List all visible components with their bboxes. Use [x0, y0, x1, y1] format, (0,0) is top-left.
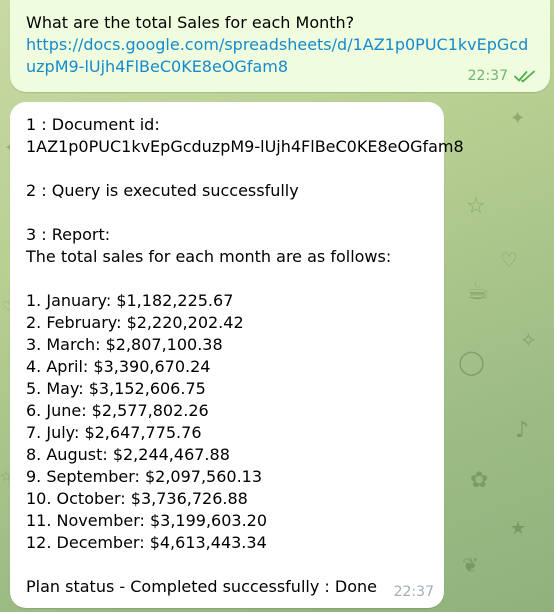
- document-id-value: 1AZ1p0PUC1kvEpGcduzpM9-lUjh4FlBeC0KE8eOG…: [26, 137, 464, 156]
- list-item: 8. August: $2,244,467.88: [26, 445, 230, 464]
- plan-status: Plan status - Completed successfully : D…: [26, 577, 377, 596]
- list-item: 10. October: $3,736,726.88: [26, 489, 248, 508]
- monthly-sales-list: 1. January: $1,182,225.67 2. February: $…: [26, 290, 428, 554]
- incoming-message-time: 22:37: [393, 584, 434, 600]
- doodle-flower-icon: ✿: [470, 468, 489, 493]
- outgoing-message-text: What are the total Sales for each Month?: [26, 13, 355, 32]
- document-id-label: 1 : Document id:: [26, 115, 160, 134]
- list-item: 1. January: $1,182,225.67: [26, 291, 234, 310]
- report-intro: The total sales for each month are as fo…: [26, 247, 392, 266]
- doodle-heart-icon: ♡: [500, 248, 518, 272]
- doodle-star-icon: ✧: [520, 328, 537, 352]
- doodle-cup-icon: ☕: [466, 276, 490, 306]
- list-item: 2. February: $2,220,202.42: [26, 313, 244, 332]
- list-item: 6. June: $2,577,802.26: [26, 401, 209, 420]
- spreadsheet-link[interactable]: https://docs.google.com/spreadsheets/d/1…: [26, 34, 536, 78]
- doodle-sparkle-icon: ✦: [510, 108, 526, 129]
- double-check-read-icon: [514, 70, 535, 83]
- list-item: 4. April: $3,390,670.24: [26, 357, 211, 376]
- outgoing-message-time: 22:37: [467, 68, 508, 84]
- doodle-music-icon: ♪: [515, 418, 530, 443]
- doodle-star-icon: ★: [510, 518, 527, 539]
- list-item: 7. July: $2,647,775.76: [26, 423, 202, 442]
- list-item: 12. December: $4,613,443.34: [26, 533, 267, 552]
- query-status: 2 : Query is executed successfully: [26, 181, 299, 200]
- list-item: 9. September: $2,097,560.13: [26, 467, 263, 486]
- list-item: 3. March: $2,807,100.38: [26, 335, 223, 354]
- outgoing-message-meta: 22:37: [468, 68, 536, 84]
- incoming-message-bubble[interactable]: 1 : Document id: 1AZ1p0PUC1kvEpGcduzpM9-…: [10, 102, 464, 608]
- list-item: 11. November: $3,199,603.20: [26, 511, 268, 530]
- report-label: 3 : Report:: [26, 225, 111, 244]
- doodle-star-icon: ☆: [466, 194, 486, 219]
- list-item: 5. May: $3,152,606.75: [26, 379, 206, 398]
- outgoing-message-bubble[interactable]: What are the total Sales for each Month?…: [10, 0, 550, 92]
- doodle-balloon-icon: ◯: [458, 348, 485, 376]
- doodle-leaf-icon: ❦: [462, 553, 479, 577]
